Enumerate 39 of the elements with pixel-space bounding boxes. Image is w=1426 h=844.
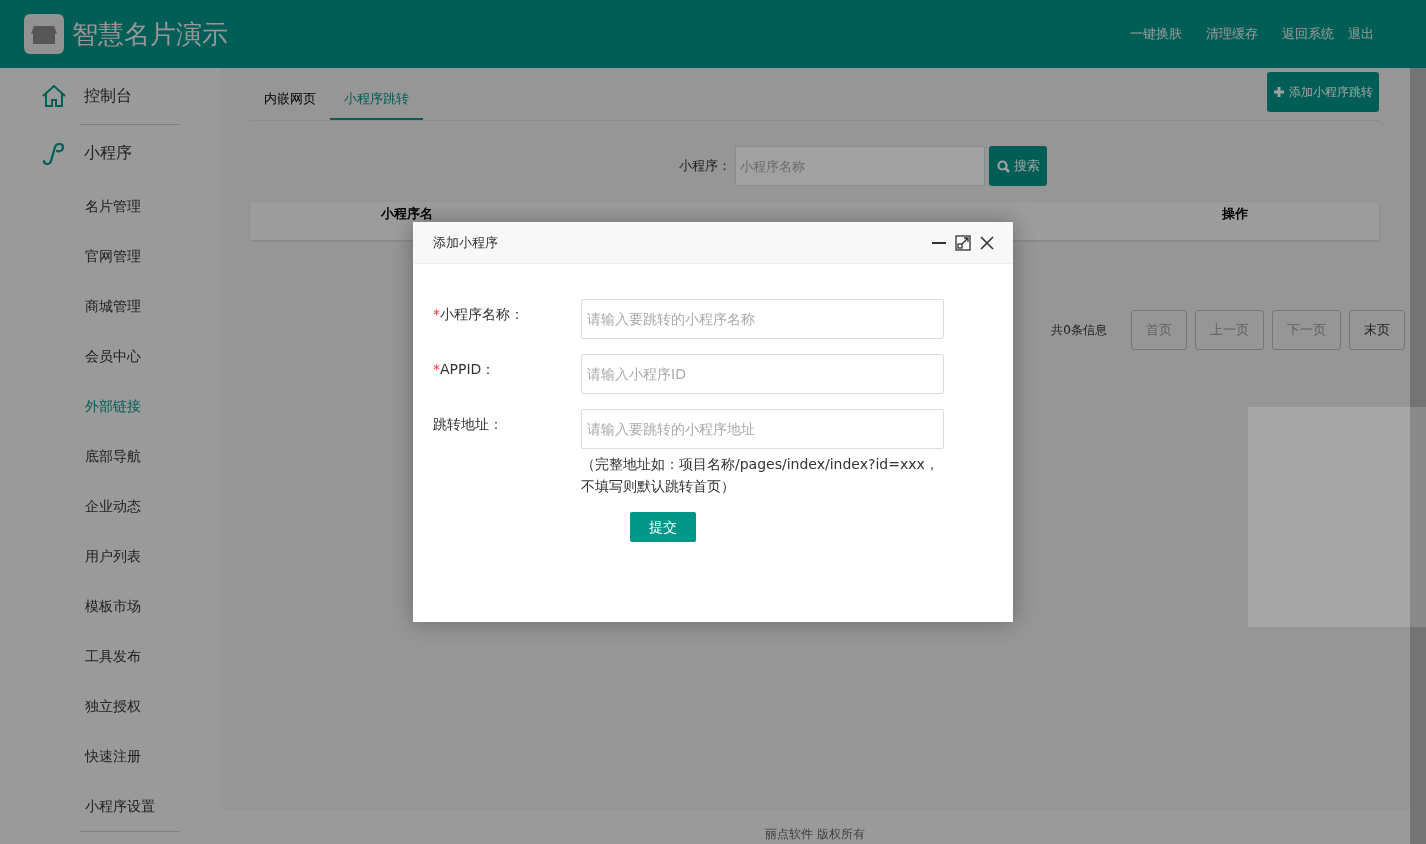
search-label: 小程序： — [679, 157, 731, 176]
copyright-text: 丽点软件 版权所有 — [220, 810, 1410, 844]
column-header: 小程序名 — [381, 206, 434, 221]
field-label: 跳转地址： — [433, 415, 504, 434]
input-field[interactable]: 请输入要跳转的小程序地址 — [581, 409, 944, 449]
submit-button[interactable]: 提交 — [630, 512, 696, 542]
sidebar-subitem[interactable]: 官网管理 — [0, 231, 220, 281]
plus-icon — [1273, 86, 1285, 98]
input-field[interactable]: 请输入要跳转的小程序名称 — [581, 299, 944, 339]
sidebar-subitem[interactable]: 快速注册 — [0, 731, 220, 781]
input-field[interactable]: 请输入小程序ID — [581, 354, 944, 394]
close-icon[interactable] — [979, 234, 995, 251]
dialog-title: 添加小程序 — [433, 233, 498, 252]
field-label: *APPID： — [433, 360, 497, 379]
sidebar-subitem[interactable]: 商城管理 — [0, 281, 220, 331]
search-icon — [996, 159, 1010, 173]
sidebar-item[interactable]: 控制台 — [0, 68, 220, 124]
sidebar-subitem[interactable]: 工具发布 — [0, 631, 220, 681]
add-button[interactable]: 添加小程序跳转 — [1267, 72, 1379, 112]
sidebar-subitem[interactable]: 底部导航 — [0, 431, 220, 481]
search-button[interactable]: 搜索 — [989, 146, 1047, 186]
field-label: *小程序名称： — [433, 305, 525, 324]
record-count: 共0条信息 — [1051, 322, 1107, 339]
sidebar-subitem[interactable]: 用户列表 — [0, 531, 220, 581]
sidebar-item[interactable]: 小程序 — [0, 125, 220, 181]
sidebar-subitem[interactable]: 企业动态 — [0, 481, 220, 531]
home-icon — [40, 82, 68, 110]
pagination-button[interactable]: 末页 — [1349, 310, 1405, 350]
app-title: 智慧名片演示 — [72, 17, 228, 51]
sidebar-subitem[interactable]: 独立授权 — [0, 681, 220, 731]
hint-text: （完整地址如：项目名称/pages/index/index?id=xxx，不填写则默认跳转首页） — [581, 455, 940, 496]
sidebar-subitem[interactable]: 小程序设置 — [0, 781, 220, 831]
scrollbar[interactable] — [1410, 68, 1426, 844]
sidebar-subitem[interactable]: 模板市场 — [0, 581, 220, 631]
tab[interactable]: 内嵌网页 — [250, 80, 330, 120]
maximize-icon[interactable] — [955, 234, 971, 251]
sidebar-subitem[interactable]: 名片管理 — [0, 181, 220, 231]
column-header: 操作 — [1221, 206, 1248, 221]
sidebar-subitem[interactable]: 会员中心 — [0, 331, 220, 381]
